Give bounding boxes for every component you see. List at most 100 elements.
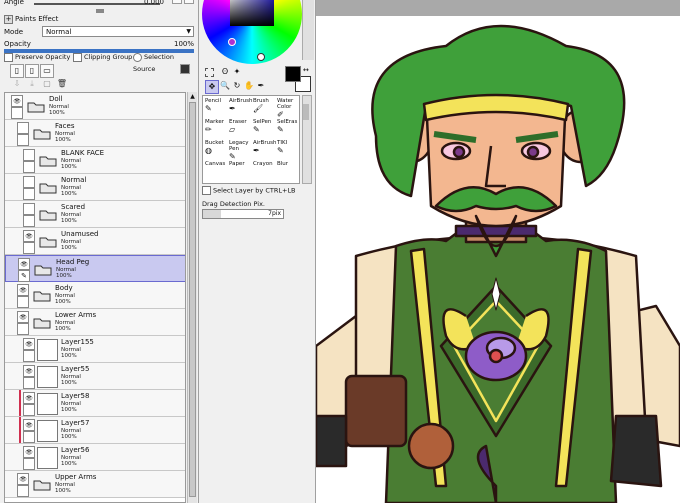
lock-toggle[interactable] xyxy=(23,377,35,389)
layer-row[interactable]: 👁 ✎ Head Peg Normal 100% xyxy=(5,255,185,282)
visibility-toggle[interactable] xyxy=(23,149,35,161)
eyedropper-icon[interactable]: ✒ xyxy=(254,80,268,94)
paints-effect-row[interactable]: + Paints Effect xyxy=(4,13,194,25)
lock-toggle[interactable] xyxy=(23,350,35,362)
canvas-area[interactable] xyxy=(316,0,680,503)
visibility-toggle[interactable]: 👁 xyxy=(17,473,29,485)
clear-layer-button[interactable]: ▢ xyxy=(40,78,54,92)
tool-airbrush[interactable]: AirBrush ✒ xyxy=(253,140,279,160)
visibility-toggle[interactable]: 👁 xyxy=(23,338,35,350)
visibility-toggle[interactable]: 👁 xyxy=(17,311,29,323)
tool-blur[interactable]: Blur xyxy=(277,161,303,181)
rect-select-icon[interactable] xyxy=(205,68,214,77)
layer-row[interactable]: BLANK FACE Normal 100% xyxy=(5,147,185,174)
new-layer-button[interactable]: ▯ xyxy=(10,64,24,78)
visibility-toggle[interactable]: 👁 xyxy=(17,284,29,296)
layer-scrollbar[interactable]: ▲ xyxy=(187,92,197,503)
tool-seleras[interactable]: SelEras ✎ xyxy=(277,119,303,139)
panel-menu-button[interactable] xyxy=(180,64,190,74)
lock-toggle[interactable] xyxy=(23,188,35,200)
visibility-toggle[interactable]: 👁 xyxy=(23,446,35,458)
swap-colors-icon[interactable]: ↔ xyxy=(303,66,309,74)
angle-reset-button[interactable] xyxy=(172,0,182,4)
visibility-toggle[interactable]: 👁 xyxy=(23,419,35,431)
collapse-icon[interactable]: + xyxy=(4,14,13,24)
visibility-toggle[interactable] xyxy=(23,176,35,188)
lock-toggle[interactable] xyxy=(23,161,35,173)
color-square[interactable] xyxy=(230,0,274,26)
tool-water-color[interactable]: Water Color ✐ xyxy=(277,98,303,119)
tool-paper[interactable]: Paper xyxy=(229,161,255,181)
color-wheel[interactable] xyxy=(202,0,302,64)
layer-row[interactable]: Normal Normal 100% xyxy=(5,174,185,201)
layer-row[interactable]: 👁 Layer55 Normal 100% xyxy=(5,363,185,390)
preserve-opacity-checkbox[interactable] xyxy=(4,52,13,62)
magic-wand-icon[interactable]: ✦ xyxy=(230,66,244,80)
tool-bucket[interactable]: Bucket ◍ xyxy=(205,140,231,160)
merge-down-button[interactable]: ⤓ xyxy=(25,78,39,92)
lock-toggle[interactable] xyxy=(23,404,35,416)
lock-toggle[interactable] xyxy=(17,323,29,335)
foreground-color-swatch[interactable] xyxy=(285,66,301,82)
new-linework-layer-button[interactable]: ▯ xyxy=(25,64,39,78)
tool-tiki[interactable]: TIKI ✎ xyxy=(277,140,303,160)
lock-toggle[interactable] xyxy=(17,296,29,308)
move-tool-icon[interactable]: ✥ xyxy=(205,80,219,94)
visibility-toggle[interactable]: 👁 xyxy=(23,392,35,404)
layer-scroll-thumb[interactable] xyxy=(189,102,196,497)
lock-toggle[interactable]: ✎ xyxy=(18,270,30,282)
lock-toggle[interactable] xyxy=(17,485,29,497)
visibility-toggle[interactable]: 👁 xyxy=(23,230,35,242)
color-panel-scrollbar[interactable] xyxy=(302,0,314,60)
tool-grid-scrollbar[interactable] xyxy=(302,95,312,184)
layer-row[interactable]: 👁 Upper Arms Normal 100% xyxy=(5,471,185,498)
tool-brush[interactable]: Brush 🖌 xyxy=(253,98,279,118)
new-folder-button[interactable]: ▭ xyxy=(40,64,54,78)
layer-row[interactable]: 👁 Lower Arms Normal 100% xyxy=(5,309,185,336)
lock-toggle[interactable] xyxy=(23,242,35,254)
tool-selpen[interactable]: SelPen ✎ xyxy=(253,119,279,139)
layer-list[interactable]: 👁 Doll Normal 100% Faces Normal 100% BLANK FACE… xyxy=(4,92,186,503)
visibility-toggle[interactable]: 👁 xyxy=(11,95,23,107)
layer-row[interactable]: 👁 Layer58 Normal 100% xyxy=(5,390,185,417)
angle-flip-button[interactable] xyxy=(184,0,194,4)
layer-row[interactable]: Scared Normal 100% xyxy=(5,201,185,228)
layer-row[interactable]: 👁 Layer155 Normal 100% xyxy=(5,336,185,363)
tool-pencil[interactable]: Pencil ✎ xyxy=(205,98,231,118)
layer-row[interactable]: 👁 Layer57 Normal 100% xyxy=(5,417,185,444)
tool-eraser[interactable]: Eraser ▱ xyxy=(229,119,255,139)
tool-marker[interactable]: Marker ✏ xyxy=(205,119,231,139)
transfer-down-button[interactable]: ⇩ xyxy=(10,78,24,92)
delete-layer-button[interactable]: 🗑 xyxy=(55,78,69,92)
visibility-toggle[interactable]: 👁 xyxy=(23,365,35,377)
canvas[interactable] xyxy=(316,16,680,503)
hue-marker[interactable] xyxy=(228,38,236,46)
scroll-up-icon[interactable]: ▲ xyxy=(188,92,197,101)
drag-detection-slider[interactable]: 7pix xyxy=(202,209,284,219)
preserve-opacity-option[interactable]: Preserve Opacity xyxy=(4,51,70,63)
lock-toggle[interactable] xyxy=(23,431,35,443)
clipping-group-option[interactable]: Clipping Group xyxy=(73,51,132,63)
select-layer-option[interactable]: Select Layer by CTRL+LB xyxy=(202,186,296,195)
layer-row[interactable]: 👁 Layer56 Normal 100% xyxy=(5,444,185,471)
visibility-toggle[interactable] xyxy=(17,122,29,134)
tool-legacy-pen[interactable]: Legacy Pen ✎ xyxy=(229,140,255,161)
layer-row[interactable]: 👁 Unamused Normal 100% xyxy=(5,228,185,255)
layer-row[interactable]: Faces Normal 100% xyxy=(5,120,185,147)
layer-row[interactable]: 👁 Doll Normal 100% xyxy=(5,93,185,120)
lock-toggle[interactable] xyxy=(23,458,35,470)
tool-canvas[interactable]: Canvas xyxy=(205,161,231,181)
visibility-toggle[interactable] xyxy=(23,203,35,215)
tool-crayon[interactable]: Crayon xyxy=(253,161,279,181)
tool-airbrush[interactable]: AirBrush ✒ xyxy=(229,98,255,118)
selection-source-radio[interactable] xyxy=(133,52,142,62)
select-layer-checkbox[interactable] xyxy=(202,186,211,195)
lock-toggle[interactable] xyxy=(23,215,35,227)
layer-row[interactable]: 👁 Body Normal 100% xyxy=(5,282,185,309)
visibility-toggle[interactable]: 👁 xyxy=(18,258,30,270)
wheel-value-marker[interactable] xyxy=(257,53,265,61)
tool-grid-scroll-thumb[interactable] xyxy=(303,104,309,120)
blend-mode-select[interactable]: Normal ▼ xyxy=(42,26,194,37)
clipping-group-checkbox[interactable] xyxy=(73,52,82,62)
lock-toggle[interactable] xyxy=(17,134,29,146)
